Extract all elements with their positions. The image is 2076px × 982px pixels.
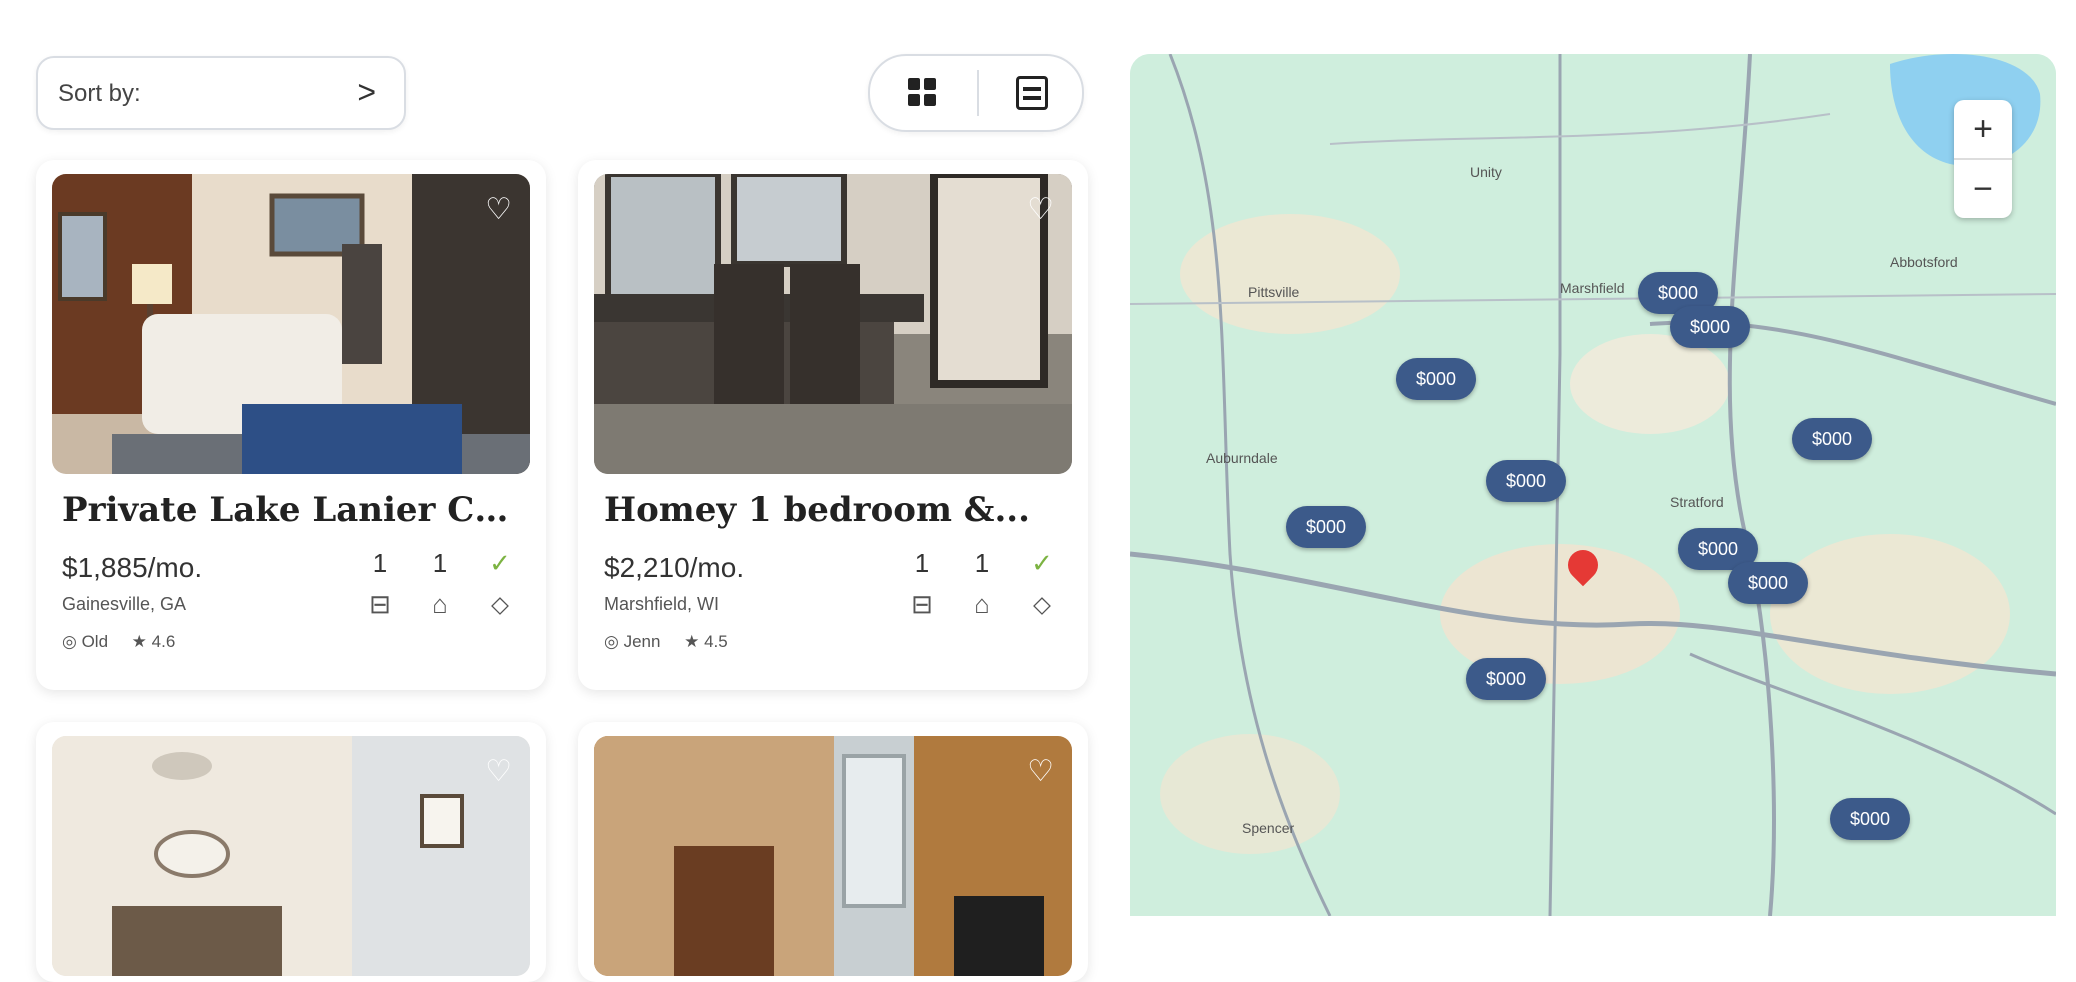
listing-meta: ◎ Old ★ 4.6: [62, 632, 175, 652]
star-icon: ★: [131, 632, 147, 651]
listing-card[interactable]: ♡ Private Lake Lanier Condo $1,885/mo. G…: [36, 160, 546, 690]
map-base: [1130, 54, 2056, 916]
sort-dropdown[interactable]: Sort by: >: [36, 56, 406, 130]
price-marker[interactable]: $000: [1792, 418, 1873, 460]
rating-value: 4.6: [151, 632, 176, 651]
town-label: Auburndale: [1206, 450, 1278, 466]
listing-photo[interactable]: ♡: [52, 174, 530, 474]
listing-location: Marshfield, WI: [604, 594, 720, 614]
baths-count: 1: [432, 548, 448, 578]
price-marker[interactable]: $000: [1286, 506, 1367, 548]
baths-stat: 1 ⌂: [420, 548, 460, 620]
check-icon: ✓: [1031, 548, 1053, 578]
host-name: Jenn: [623, 632, 661, 651]
sort-label: Sort by:: [58, 80, 141, 107]
listing-title[interactable]: Private Lake Lanier Condo: [62, 490, 526, 530]
pet-icon: ⬦: [490, 589, 510, 619]
listing-stats: 1 ⊟ 1 ⌂ ✓ ⬦: [360, 548, 520, 628]
heart-icon[interactable]: ♡: [1027, 754, 1054, 789]
grid-view-icon[interactable]: [908, 78, 938, 108]
chevron-right-icon: >: [357, 74, 376, 110]
town-label: Abbotsford: [1890, 254, 1958, 270]
bed-icon: ⊟: [369, 589, 391, 619]
view-toggle: [868, 54, 1084, 132]
beds-count: 1: [372, 548, 388, 578]
listing-card[interactable]: ♡ Homey 1 bedroom &... $2,210/mo. Marshf…: [578, 160, 1088, 690]
listing-photo[interactable]: ♡: [594, 174, 1072, 474]
baths-count: 1: [974, 548, 990, 578]
listing-photo[interactable]: ♡: [52, 736, 530, 976]
beds-stat: 1 ⊟: [902, 548, 942, 620]
listing-card[interactable]: ♡: [36, 722, 546, 982]
listing-photo[interactable]: ♡: [594, 736, 1072, 976]
toggle-divider: [977, 70, 979, 116]
listing-price: $2,210/mo.: [604, 552, 745, 583]
town-label: Marshfield: [1560, 280, 1625, 296]
price-marker[interactable]: $000: [1830, 798, 1911, 840]
price-marker[interactable]: $000: [1670, 306, 1751, 348]
listing-location: Gainesville, GA: [62, 594, 187, 614]
baths-stat: 1 ⌂: [962, 548, 1002, 620]
price-marker[interactable]: $000: [1396, 358, 1477, 400]
list-view-icon[interactable]: [1016, 76, 1048, 110]
listing-price: $1,885/mo.: [62, 552, 203, 583]
user-icon: ◎: [604, 632, 619, 651]
zoom-out-button[interactable]: −: [1954, 160, 2012, 218]
pets-stat: ✓ ⬦: [480, 548, 520, 621]
beds-stat: 1 ⊟: [360, 548, 400, 620]
heart-icon[interactable]: ♡: [1027, 192, 1054, 227]
zoom-controls: + −: [1954, 100, 2012, 218]
map-view[interactable]: Pittsville Marshfield Auburndale Stratfo…: [1130, 54, 2056, 916]
town-label: Spencer: [1242, 820, 1295, 836]
user-icon: ◎: [62, 632, 77, 651]
check-icon: ✓: [489, 548, 511, 578]
price-marker[interactable]: $000: [1728, 562, 1809, 604]
price-marker[interactable]: $000: [1466, 658, 1547, 700]
bath-icon: ⌂: [974, 589, 990, 619]
host-name: Old: [81, 632, 109, 651]
zoom-in-button[interactable]: +: [1954, 100, 2012, 158]
heart-icon[interactable]: ♡: [485, 192, 512, 227]
town-label: Stratford: [1670, 494, 1724, 510]
bath-icon: ⌂: [432, 589, 448, 619]
town-label: Pittsville: [1248, 284, 1300, 300]
star-icon: ★: [684, 632, 700, 651]
listing-card[interactable]: ♡: [578, 722, 1088, 982]
pet-icon: ⬦: [1032, 589, 1052, 619]
heart-icon[interactable]: ♡: [485, 754, 512, 789]
town-label: Unity: [1470, 164, 1502, 180]
listing-meta: ◎ Jenn ★ 4.5: [604, 632, 728, 652]
price-marker[interactable]: $000: [1486, 460, 1567, 502]
listing-stats: 1 ⊟ 1 ⌂ ✓ ⬦: [902, 548, 1062, 628]
beds-count: 1: [914, 548, 930, 578]
bed-icon: ⊟: [911, 589, 933, 619]
pets-stat: ✓ ⬦: [1022, 548, 1062, 621]
rating-value: 4.5: [704, 632, 728, 651]
listing-title[interactable]: Homey 1 bedroom &...: [604, 490, 1068, 530]
